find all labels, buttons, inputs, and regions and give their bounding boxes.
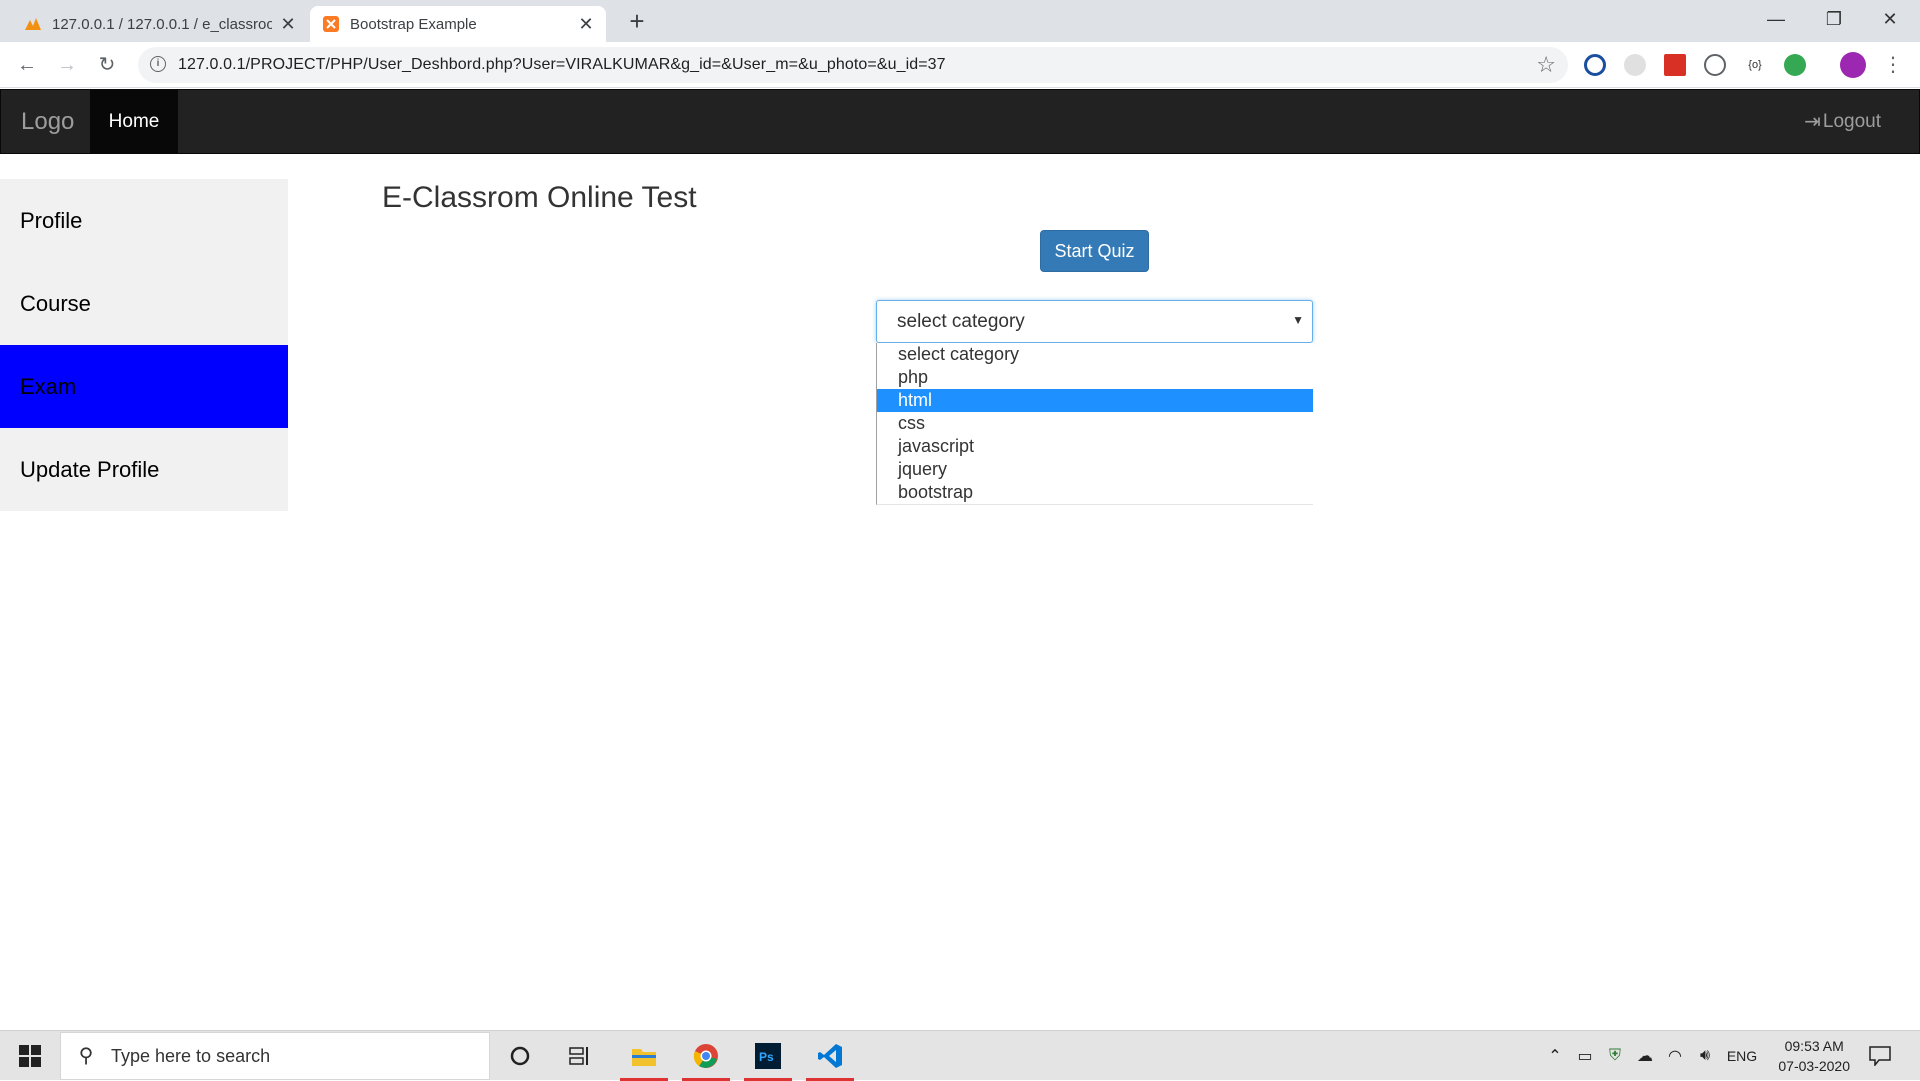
svg-text:Ps: Ps (759, 1050, 774, 1064)
extension-icon[interactable] (1664, 54, 1686, 76)
minimize-icon[interactable]: — (1748, 0, 1804, 40)
category-dropdown-list: select category php html css javascript … (876, 343, 1313, 505)
json-extension-icon[interactable]: {o} (1744, 54, 1766, 76)
window-close-icon[interactable]: ✕ (1862, 0, 1918, 40)
cortana-icon[interactable] (495, 1031, 545, 1081)
tab-phpmyadmin[interactable]: 127.0.0.1 / 127.0.0.1 / e_classroom ✕ (12, 6, 308, 42)
option-php[interactable]: php (877, 366, 1313, 389)
back-arrow-icon[interactable]: ← (12, 50, 42, 80)
tab-bootstrap-example[interactable]: Bootstrap Example ✕ (310, 6, 606, 42)
address-bar: ← → ↻ i 127.0.0.1/PROJECT/PHP/User_Deshb… (0, 42, 1920, 88)
taskbar-search-input[interactable]: ⚲ Type here to search (60, 1032, 490, 1080)
brand-logo[interactable]: Logo (21, 108, 74, 136)
taskbar-clock[interactable]: 09:53 AM 07-03-2020 (1778, 1036, 1850, 1076)
onedrive-cloud-icon[interactable]: ☁ (1630, 1046, 1660, 1066)
option-select-category[interactable]: select category (877, 343, 1313, 366)
bookmark-star-icon[interactable]: ☆ (1536, 52, 1556, 78)
sidebar-item-exam[interactable]: Exam (0, 345, 288, 428)
forward-arrow-icon[interactable]: → (52, 50, 82, 80)
log-in-icon: ⇥ (1804, 111, 1821, 133)
logout-link[interactable]: ⇥ Logout (1804, 109, 1881, 134)
sidebar-item-course[interactable]: Course (0, 262, 288, 345)
dropdown-arrow-icon: ▼ (1292, 313, 1304, 327)
sidebar-item-update-profile[interactable]: Update Profile (0, 428, 288, 511)
option-bootstrap[interactable]: bootstrap (877, 481, 1313, 504)
search-icon: ⚲ (78, 1045, 94, 1067)
system-tray: ⌃ ▭ ⛨ ☁ ◠ 🔊︎ ENG (1540, 1031, 1764, 1081)
close-icon[interactable]: ✕ (576, 14, 596, 35)
start-quiz-button[interactable]: Start Quiz (1040, 230, 1149, 272)
tab-title: Bootstrap Example (350, 15, 477, 33)
info-icon[interactable]: i (150, 56, 166, 72)
task-view-icon[interactable] (555, 1031, 605, 1081)
volume-icon[interactable]: 🔊︎ (1690, 1047, 1720, 1065)
extension-icon[interactable] (1704, 54, 1726, 76)
clock-time: 09:53 AM (1784, 1038, 1844, 1054)
new-tab-button[interactable]: + (622, 6, 652, 36)
option-html[interactable]: html (877, 389, 1313, 412)
category-select[interactable]: select category ▼ (876, 300, 1313, 343)
reload-icon[interactable]: ↻ (92, 50, 122, 80)
url-field[interactable]: i 127.0.0.1/PROJECT/PHP/User_Deshbord.ph… (138, 47, 1568, 83)
select-value: select category (897, 311, 1025, 332)
restore-icon[interactable]: ❐ (1806, 0, 1862, 40)
chevron-up-icon[interactable]: ⌃ (1540, 1046, 1570, 1066)
windows-taskbar: ⚲ Type here to search Ps ⌃ ▭ ⛨ ☁ ◠ 🔊︎ EN… (0, 1030, 1920, 1081)
wifi-icon[interactable]: ◠ (1660, 1046, 1690, 1066)
nav-home-link[interactable]: Home (90, 90, 178, 153)
extension-icon[interactable] (1784, 54, 1806, 76)
photoshop-icon[interactable]: Ps (742, 1031, 794, 1081)
top-navbar: Logo Home ⇥ Logout (0, 89, 1920, 154)
shield-icon[interactable]: ⛨ (1600, 1047, 1630, 1065)
menu-dots-icon[interactable]: ⋮ (1878, 50, 1908, 80)
file-explorer-icon[interactable] (618, 1031, 670, 1081)
phpmyadmin-icon (24, 15, 42, 33)
sidebar-item-profile[interactable]: Profile (0, 179, 288, 262)
battery-icon[interactable]: ▭ (1570, 1046, 1600, 1066)
option-css[interactable]: css (877, 412, 1313, 435)
notification-icon[interactable] (1860, 1031, 1900, 1081)
option-javascript[interactable]: javascript (877, 435, 1313, 458)
extension-icon[interactable] (1624, 54, 1646, 76)
avatar[interactable] (1840, 52, 1866, 78)
search-placeholder: Type here to search (111, 1045, 271, 1066)
windows-start-icon[interactable] (0, 1031, 60, 1081)
tab-title: 127.0.0.1 / 127.0.0.1 / e_classroom (52, 15, 272, 33)
chrome-icon[interactable] (680, 1031, 732, 1081)
url-text: 127.0.0.1/PROJECT/PHP/User_Deshbord.php?… (178, 56, 946, 73)
xampp-icon (322, 15, 340, 33)
browser-tab-bar: 127.0.0.1 / 127.0.0.1 / e_classroom ✕ Bo… (0, 0, 1920, 42)
vscode-icon[interactable] (804, 1031, 856, 1081)
language-indicator[interactable]: ENG (1720, 1048, 1764, 1064)
clock-date: 07-03-2020 (1778, 1058, 1850, 1074)
logout-label: Logout (1822, 110, 1881, 132)
option-jquery[interactable]: jquery (877, 458, 1313, 481)
blocker-extension-icon[interactable] (1584, 54, 1606, 76)
close-icon[interactable]: ✕ (278, 14, 298, 35)
sidebar: Profile Course Exam Update Profile (0, 179, 288, 511)
page-title: E-Classrom Online Test (382, 181, 697, 214)
